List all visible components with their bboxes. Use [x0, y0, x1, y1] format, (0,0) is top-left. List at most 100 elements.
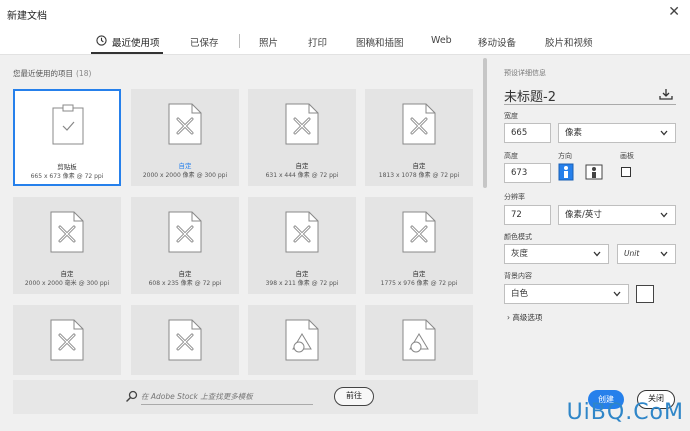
recent-title-text: 您最近使用的项目 [13, 69, 73, 78]
chevron-down-icon [660, 251, 668, 257]
width-label: 宽度 [504, 112, 518, 120]
tab-saved[interactable]: 已保存 [190, 35, 219, 49]
scrollbar[interactable] [483, 58, 487, 188]
name-underline [504, 104, 676, 105]
advanced-options-toggle[interactable]: › 高级选项 [507, 312, 542, 323]
item-dimensions: 1775 x 976 像素 @ 72 ppi [380, 280, 458, 287]
save-preset-icon[interactable] [659, 88, 673, 100]
watermark-logo: UiBQ.CoM [566, 400, 684, 425]
item-dimensions: 2000 x 2000 毫米 @ 300 ppi [24, 280, 110, 287]
document-brush-icon [402, 103, 436, 145]
document-brush-icon [285, 211, 319, 253]
color-mode-label: 颜色模式 [504, 233, 532, 241]
document-brush-icon [402, 211, 436, 253]
advanced-options-label: 高级选项 [512, 313, 543, 322]
chevron-down-icon [660, 212, 668, 218]
tab-film-video[interactable]: 胶片和视频 [545, 35, 593, 49]
item-name: 剪贴板 [57, 163, 77, 171]
document-brush-icon [50, 211, 84, 253]
document-brush-icon [168, 319, 202, 361]
document-name-input[interactable]: 未标题-2 [504, 86, 556, 105]
document-brush-icon [168, 103, 202, 145]
width-input[interactable]: 665 [504, 123, 551, 143]
recent-item-custom[interactable]: 自定 2000 x 2000 像素 @ 300 ppi [131, 89, 239, 186]
window-title: 新建文档 [7, 11, 47, 22]
background-label: 背景内容 [504, 272, 532, 280]
close-window-icon[interactable]: ✕ [668, 5, 680, 19]
item-dimensions: 2000 x 2000 像素 @ 300 ppi [142, 172, 228, 179]
artboard-label: 画板 [620, 152, 634, 160]
width-unit-value: 像素 [565, 128, 583, 138]
tab-photo[interactable]: 照片 [259, 35, 278, 49]
document-shapes-icon [285, 319, 319, 361]
recent-item-partial[interactable] [365, 305, 473, 375]
recent-item-partial[interactable] [13, 305, 121, 375]
tab-mobile[interactable]: 移动设备 [478, 35, 516, 49]
item-name: 自定 [295, 162, 309, 170]
document-brush-icon [50, 319, 84, 361]
item-name: 自定 [178, 270, 192, 278]
clock-icon [96, 35, 107, 46]
tab-recent[interactable]: 最近使用项 [112, 35, 160, 49]
background-dropdown[interactable]: 白色 [504, 284, 629, 304]
height-label: 高度 [504, 152, 518, 160]
orientation-label: 方向 [558, 152, 572, 160]
item-name: 自定 [295, 270, 309, 278]
recent-item-custom[interactable]: 自定 1813 x 1078 像素 @ 72 ppi [365, 89, 473, 186]
resolution-label: 分辨率 [504, 193, 525, 201]
recent-item-clipboard[interactable]: 剪贴板 665 x 673 像素 @ 72 ppi [13, 89, 121, 186]
chevron-down-icon [593, 251, 601, 257]
chevron-right-icon: › [507, 313, 510, 322]
document-brush-icon [285, 103, 319, 145]
chevron-down-icon [613, 291, 621, 297]
clipboard-icon [52, 104, 84, 145]
document-brush-icon [168, 211, 202, 253]
color-mode-value: 灰度 [511, 249, 529, 259]
item-dimensions: 665 x 673 像素 @ 72 ppi [30, 173, 104, 180]
resolution-input[interactable]: 72 [504, 205, 551, 225]
bit-depth-dropdown[interactable]: Unit [617, 244, 676, 264]
item-dimensions: 631 x 444 像素 @ 72 ppi [265, 172, 339, 179]
tab-art-illustration[interactable]: 图稿和插图 [356, 35, 404, 49]
resolution-unit-value: 像素/英寸 [565, 210, 602, 220]
recent-count: (18) [76, 69, 92, 78]
height-input[interactable]: 673 [504, 163, 551, 183]
tab-print[interactable]: 打印 [308, 35, 327, 49]
color-mode-dropdown[interactable]: 灰度 [504, 244, 609, 264]
bit-depth-value: Unit [624, 249, 640, 258]
landscape-orientation-icon[interactable] [585, 164, 603, 180]
item-name: 自定 [178, 162, 192, 170]
recent-item-custom[interactable]: 自定 2000 x 2000 毫米 @ 300 ppi [13, 197, 121, 294]
preset-section-label: 预设详细信息 [504, 69, 546, 77]
tab-web[interactable]: Web [431, 35, 452, 46]
width-unit-dropdown[interactable]: 像素 [558, 123, 676, 143]
item-dimensions: 398 x 211 像素 @ 72 ppi [265, 280, 339, 287]
category-tabs: 最近使用项 已保存 照片 打印 图稿和插图 Web 移动设备 胶片和视频 [0, 28, 690, 55]
item-name: 自定 [412, 270, 426, 278]
item-name: 自定 [412, 162, 426, 170]
background-value: 白色 [511, 289, 529, 299]
search-icon [126, 390, 138, 402]
resolution-unit-dropdown[interactable]: 像素/英寸 [558, 205, 676, 225]
recent-item-partial[interactable] [248, 305, 356, 375]
document-shapes-icon [402, 319, 436, 361]
item-name: 自定 [60, 270, 74, 278]
recent-item-custom[interactable]: 自定 398 x 211 像素 @ 72 ppi [248, 197, 356, 294]
active-tab-indicator [91, 52, 163, 54]
item-dimensions: 608 x 235 像素 @ 72 ppi [148, 280, 222, 287]
recent-section-title: 您最近使用的项目 (18) [13, 68, 91, 79]
artboard-checkbox[interactable] [621, 167, 631, 177]
tab-separator [239, 34, 240, 48]
portrait-orientation-icon[interactable] [558, 163, 574, 181]
recent-item-custom[interactable]: 自定 608 x 235 像素 @ 72 ppi [131, 197, 239, 294]
stock-search-input[interactable] [141, 389, 313, 405]
stock-search-bar: 前往 [13, 380, 478, 414]
go-button[interactable]: 前往 [334, 387, 374, 406]
background-color-swatch[interactable] [636, 285, 654, 303]
title-bar: 新建文档 ✕ [0, 0, 690, 28]
recent-item-partial[interactable] [131, 305, 239, 375]
recent-item-custom[interactable]: 自定 1775 x 976 像素 @ 72 ppi [365, 197, 473, 294]
preset-details-panel: 预设详细信息 未标题-2 宽度 665 像素 高度 方向 画板 673 分辨率 … [491, 56, 690, 431]
recent-items-panel: 您最近使用的项目 (18) 剪贴板 665 x 673 像素 @ 72 ppi 自… [0, 56, 488, 431]
recent-item-custom[interactable]: 自定 631 x 444 像素 @ 72 ppi [248, 89, 356, 186]
